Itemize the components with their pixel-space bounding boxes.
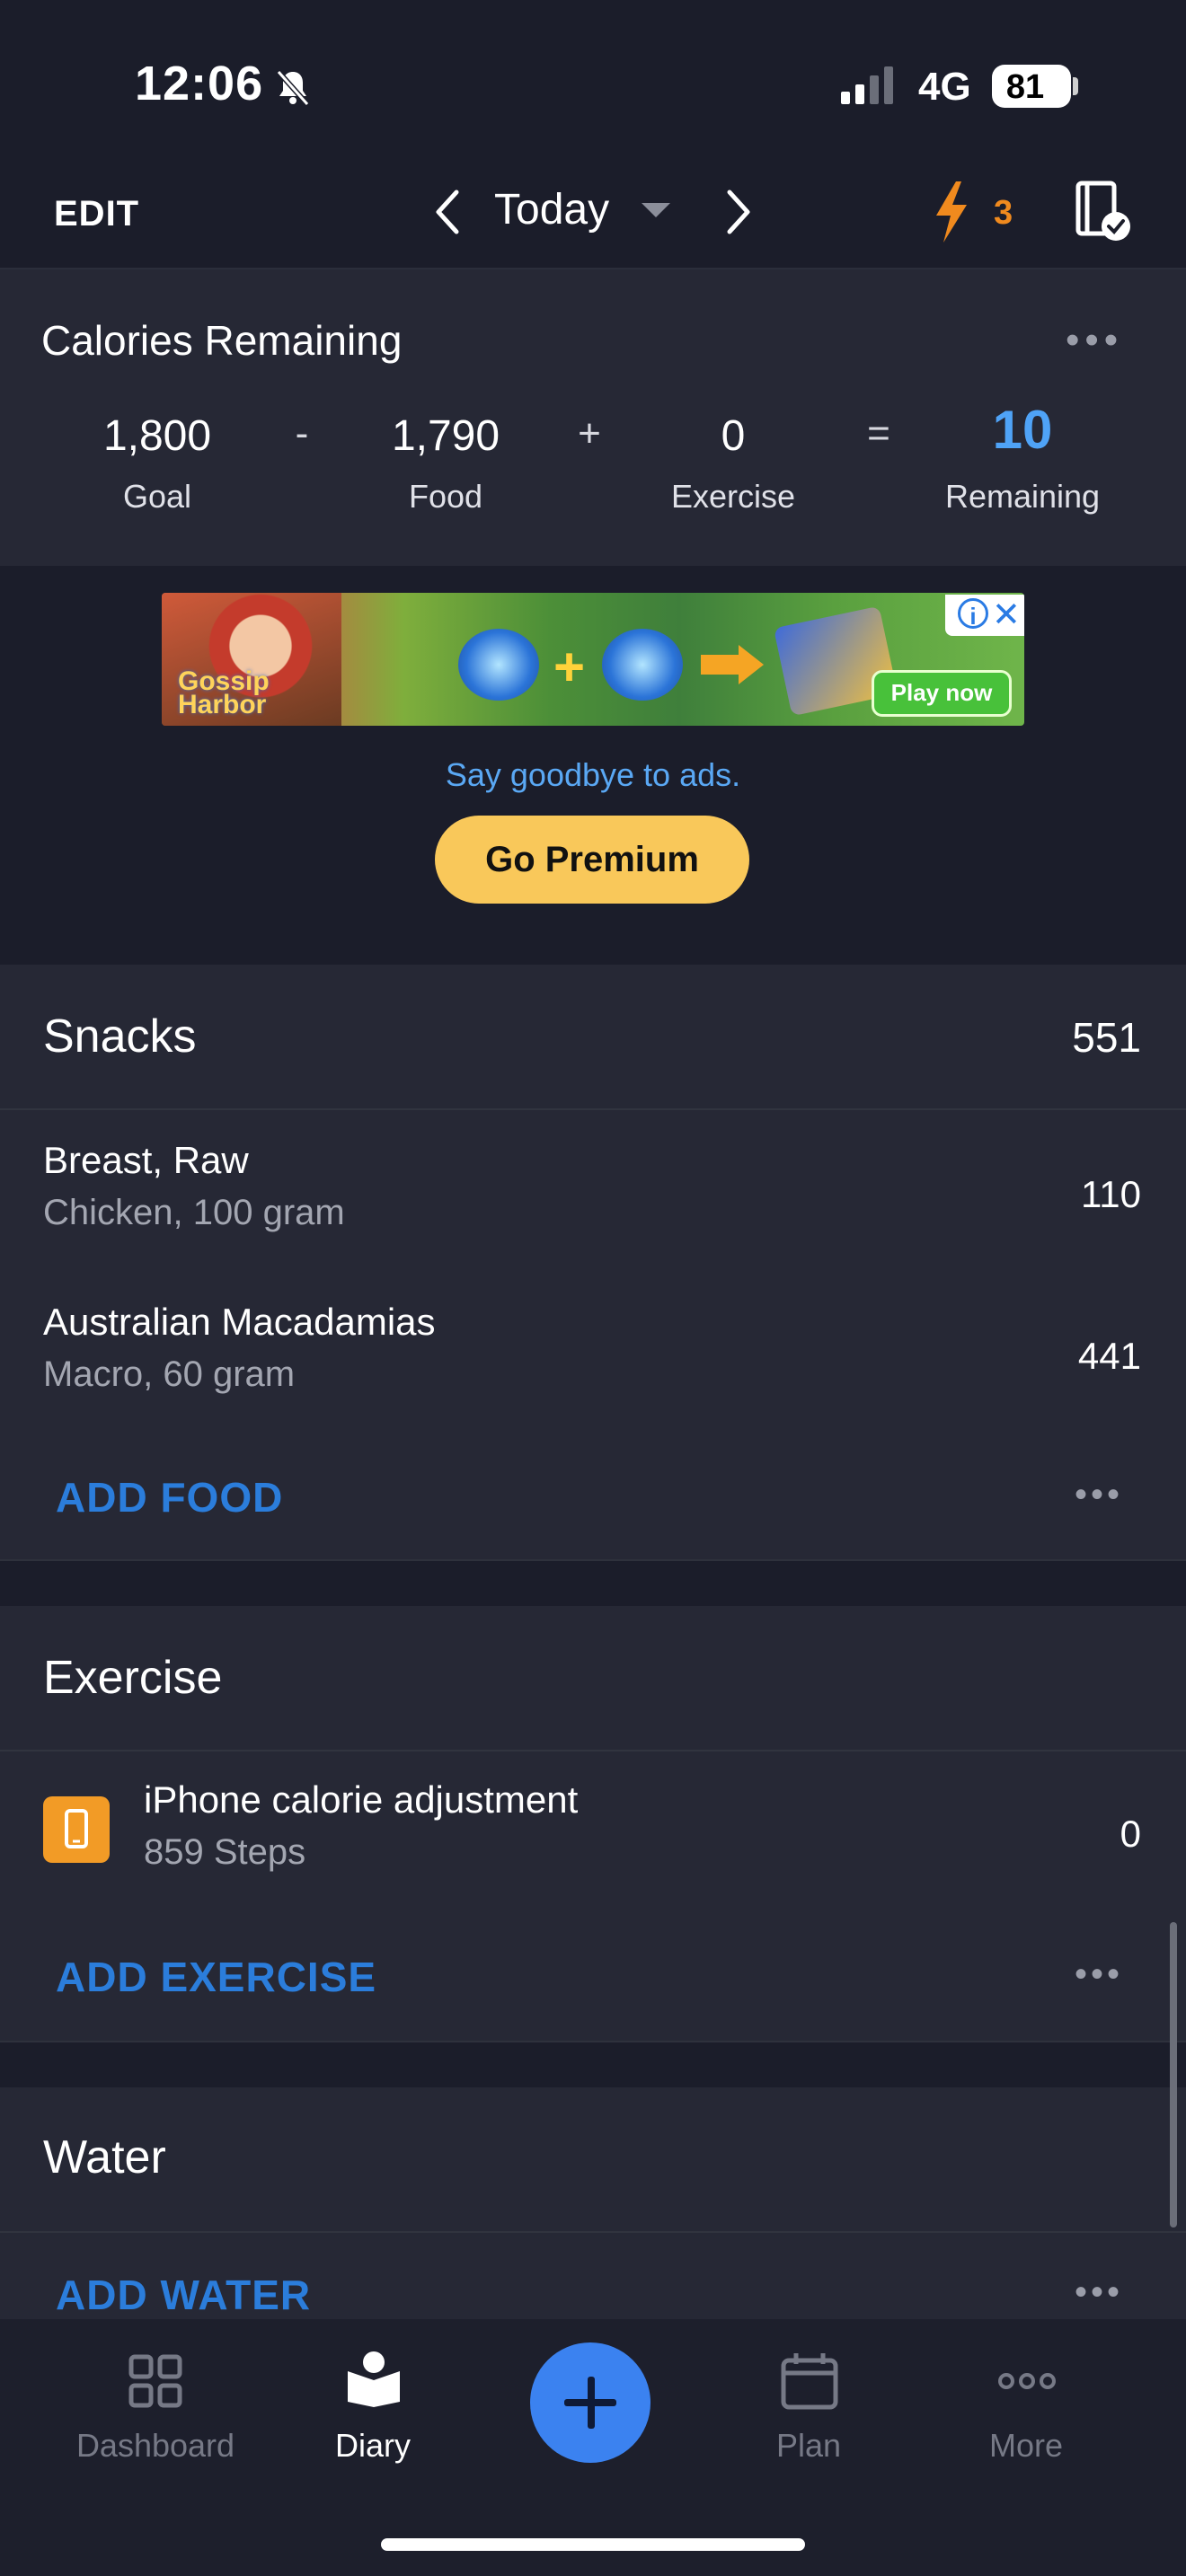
ad-logo-line2: Harbor: [178, 690, 267, 719]
ad-close-icon[interactable]: ✕: [992, 595, 1021, 635]
tab-plan[interactable]: Plan: [710, 2427, 907, 2465]
go-premium-button[interactable]: Go Premium: [435, 816, 749, 904]
food-item-name: Breast, Raw: [43, 1139, 249, 1181]
snacks-total: 551: [1072, 1014, 1141, 1061]
ads-message: Say goodbye to ads.: [445, 756, 741, 793]
calendar-icon: [781, 2353, 838, 2410]
silent-bell-icon: [276, 70, 310, 106]
food-item-name: Australian Macadamias: [43, 1301, 436, 1343]
exercise-more-icon[interactable]: •••: [1075, 1954, 1123, 1995]
lightning-bolt-icon[interactable]: [931, 180, 972, 244]
tab-more[interactable]: More: [927, 2427, 1125, 2465]
divider: [0, 1559, 1186, 1561]
add-entry-button[interactable]: [530, 2342, 651, 2463]
calories-more-icon[interactable]: •••: [1066, 318, 1123, 363]
exercise-value: 0: [721, 412, 746, 460]
cellular-signal-icon: [841, 66, 893, 104]
exercise-item-name: iPhone calorie adjustment: [144, 1778, 579, 1821]
divider: [0, 2041, 1186, 2042]
more-icon: [998, 2373, 1056, 2389]
food-item-calories: 441: [1077, 1335, 1141, 1377]
status-time: 12:06: [135, 57, 264, 110]
equals-operator: =: [867, 411, 890, 455]
exercise-label: Exercise: [670, 478, 796, 515]
diary-icon: [348, 2351, 400, 2407]
food-value: 1,790: [391, 412, 500, 460]
food-label: Food: [408, 478, 483, 515]
ad-item-image: [458, 629, 539, 701]
ad-plus-graphic: +: [553, 637, 586, 697]
goal-label: Goal: [122, 478, 192, 515]
divider: [0, 2231, 1186, 2233]
ad-arrow-graphic: [701, 645, 764, 684]
home-indicator[interactable]: [381, 2538, 805, 2551]
chevron-left-icon[interactable]: [429, 185, 465, 239]
water-more-icon[interactable]: •••: [1075, 2272, 1123, 2313]
calories-title: Calories Remaining: [41, 317, 403, 364]
scrollbar[interactable]: [1170, 1922, 1177, 2228]
tab-dashboard[interactable]: Dashboard: [57, 2427, 254, 2465]
ad-info-icon[interactable]: i: [958, 598, 988, 630]
ad-play-now-button[interactable]: Play now: [872, 670, 1012, 717]
ad-item-image: [602, 629, 683, 701]
chevron-right-icon[interactable]: [721, 185, 757, 239]
iphone-icon: [43, 1796, 110, 1863]
streak-count[interactable]: 3: [994, 194, 1013, 233]
exercise-title: Exercise: [43, 1652, 223, 1704]
list-item[interactable]: [0, 1110, 1186, 1272]
snacks-title: Snacks: [43, 1010, 197, 1063]
dashboard-icon: [128, 2354, 182, 2408]
remaining-value: 10: [992, 400, 1053, 460]
battery-level: 81: [1005, 68, 1045, 106]
add-water-button[interactable]: ADD WATER: [56, 2271, 311, 2319]
exercise-item-detail: 859 Steps: [144, 1832, 306, 1872]
add-exercise-button[interactable]: ADD EXERCISE: [56, 1953, 376, 2001]
ad-controls[interactable]: i ✕: [945, 595, 1024, 636]
snacks-more-icon[interactable]: •••: [1075, 1475, 1123, 1515]
battery-indicator: 81: [992, 65, 1071, 108]
food-item-detail: Chicken, 100 gram: [43, 1193, 345, 1232]
ad-banner[interactable]: Gossip Harbor + Play now i ✕: [162, 593, 1024, 726]
battery-tip: [1073, 77, 1078, 95]
plus-operator: +: [578, 411, 601, 455]
add-food-button[interactable]: ADD FOOD: [56, 1473, 283, 1522]
food-item-calories: 110: [1081, 1173, 1141, 1215]
journal-complete-icon[interactable]: [1075, 180, 1132, 243]
network-type: 4G: [918, 65, 971, 109]
remaining-label: Remaining: [944, 478, 1101, 515]
caret-down-icon[interactable]: [642, 203, 670, 217]
minus-operator: -: [295, 411, 309, 455]
food-item-detail: Macro, 60 gram: [43, 1354, 296, 1394]
goal-value: 1,800: [102, 412, 212, 460]
date-selector[interactable]: Today: [494, 185, 609, 234]
water-title: Water: [43, 2131, 166, 2183]
tab-diary[interactable]: Diary: [274, 2427, 472, 2465]
ad-game-logo: Gossip Harbor: [178, 668, 270, 719]
edit-button[interactable]: EDIT: [54, 194, 139, 234]
exercise-item-calories: 0: [1120, 1813, 1141, 1855]
